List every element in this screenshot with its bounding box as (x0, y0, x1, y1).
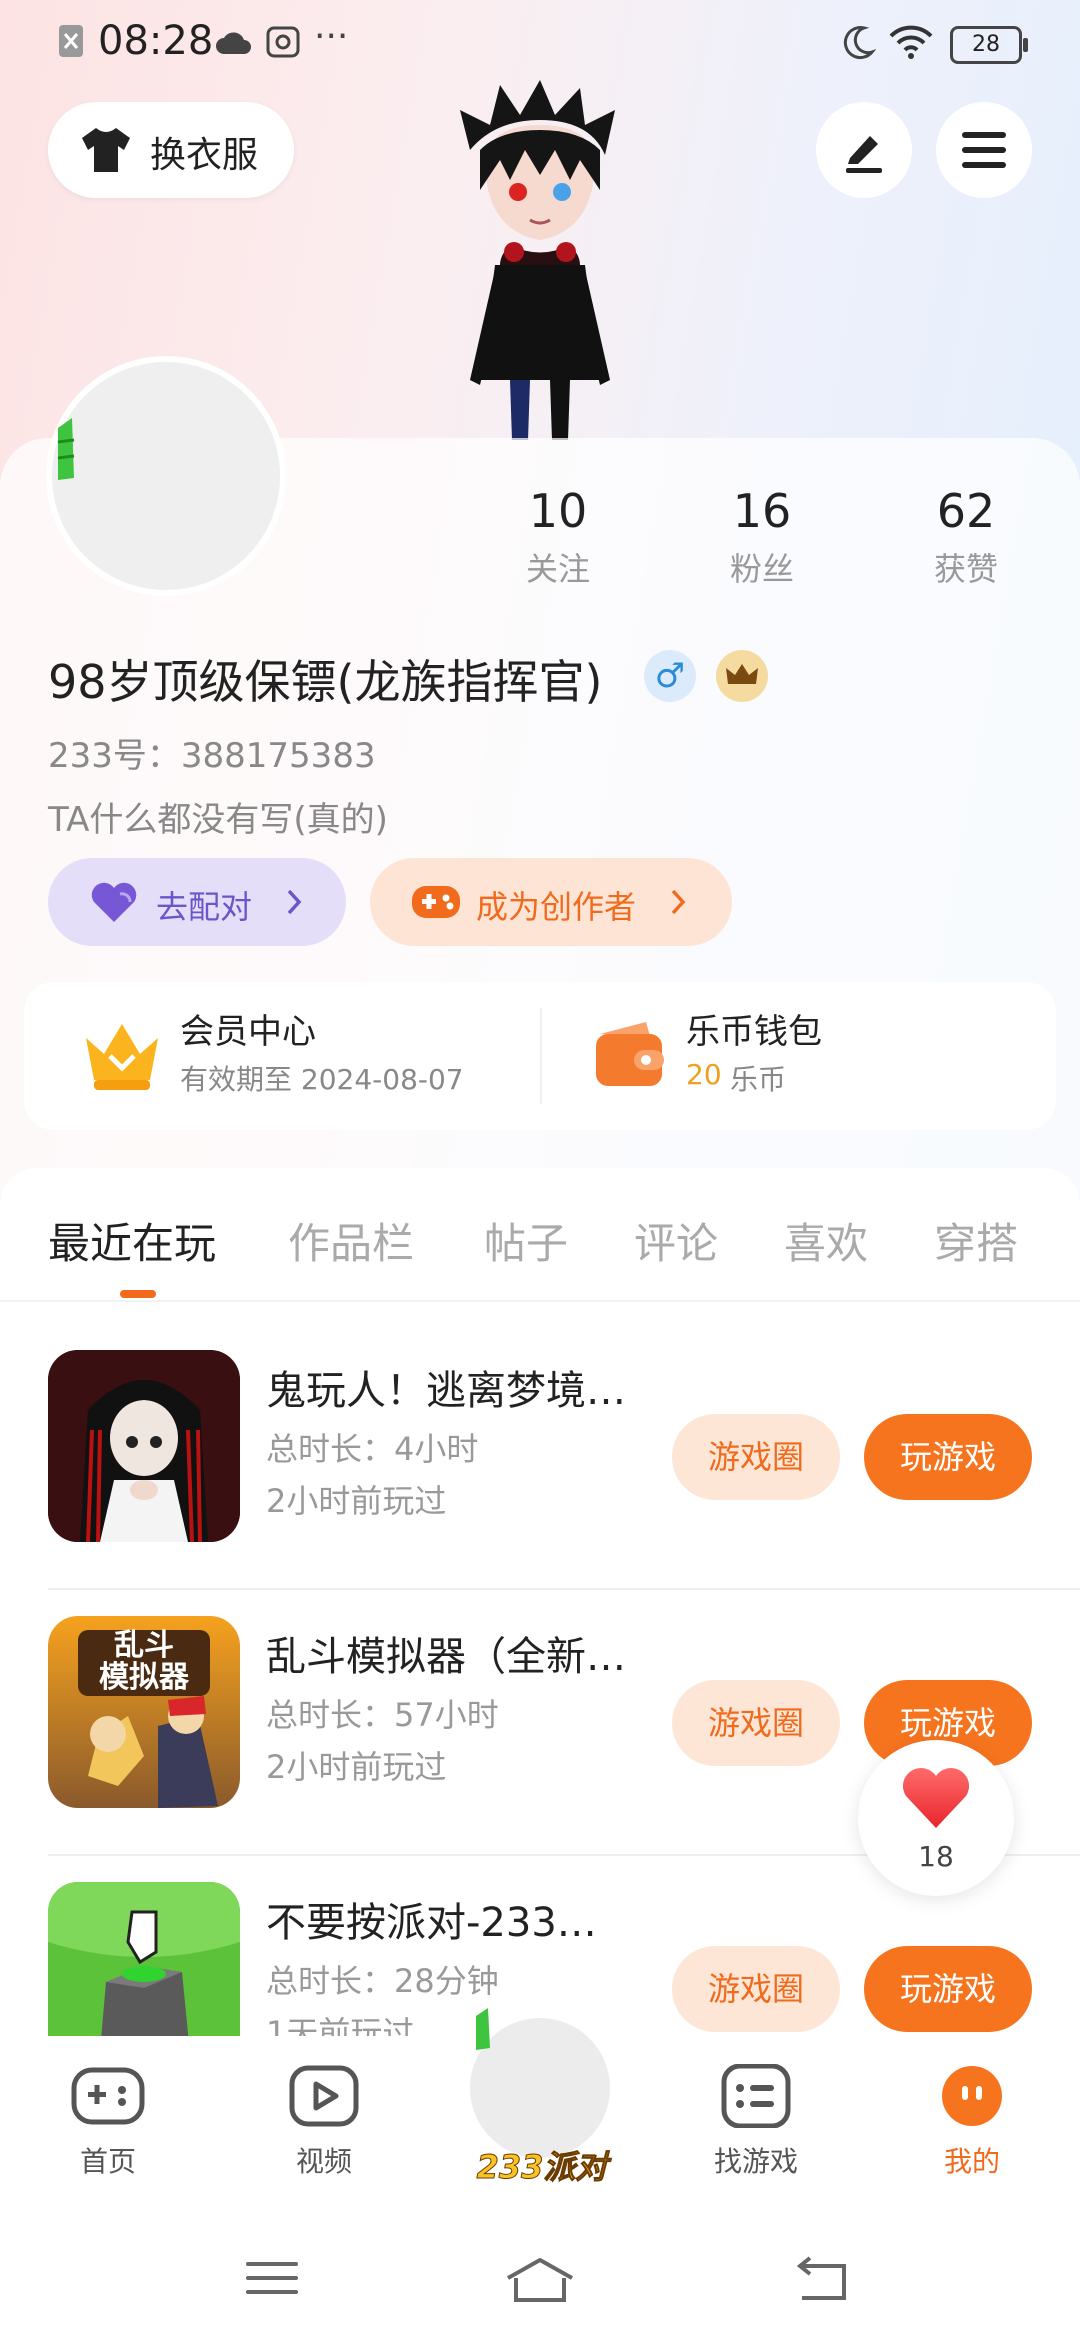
game-thumbnail-title: 乱斗 模拟器 (99, 1628, 189, 1695)
avatar-figure[interactable] (440, 80, 640, 440)
nav-home-label: 首页 (79, 2145, 136, 2178)
profile-tabs: 最近在玩 作品栏 帖子 评论 喜欢 穿搭 (0, 1168, 1080, 1302)
chevron-right-icon (287, 889, 302, 915)
tab-likes[interactable]: 喜欢 (784, 1210, 868, 1271)
nav-home[interactable]: 首页 (28, 2064, 188, 2180)
match-label: 去配对 (156, 888, 253, 926)
user-bio: TA什么都没有写(真的) (48, 800, 388, 840)
cloud-icon (216, 32, 251, 54)
bamboo-icon (476, 2008, 490, 2050)
app-notification-icon (266, 26, 300, 58)
game-title: 鬼玩人！逃离梦境… (266, 1368, 626, 1414)
fans-count: 16 (732, 484, 792, 538)
list-icon (721, 2063, 791, 2129)
game-last-played: 2小时前玩过 (266, 1748, 447, 1786)
username: 98岁顶级保镖(龙族指挥官) (48, 655, 603, 709)
change-outfit-button[interactable]: 换衣服 (48, 102, 294, 198)
fans-label: 粉丝 (729, 550, 794, 588)
nav-find-games[interactable]: 找游戏 (676, 2063, 836, 2180)
vip-center-entry[interactable]: 会员中心 有效期至 2024-08-07 (24, 982, 540, 1130)
nav-party-label: 233派对 (476, 2148, 608, 2187)
face-icon (942, 2066, 1002, 2126)
more-icon: ··· (314, 16, 349, 57)
nav-video-label: 视频 (295, 2145, 352, 2178)
game-row[interactable]: 鬼玩人！逃离梦境… 总时长：4小时 2小时前玩过 游戏圈 玩游戏 (0, 1324, 1080, 1590)
avatar[interactable] (52, 362, 280, 590)
male-gender-icon: ♂ (644, 650, 696, 702)
back-icon[interactable] (792, 2256, 852, 2304)
play-game-button[interactable]: 玩游戏 (864, 1946, 1032, 2032)
change-outfit-label: 换衣服 (150, 135, 259, 176)
game-total-time: 总时长：4小时 (266, 1430, 479, 1468)
crown-badge-icon[interactable] (716, 650, 768, 702)
menu-button[interactable] (936, 102, 1032, 198)
game-total-time: 总时长：28分钟 (266, 1962, 499, 2000)
wallet-title: 乐币钱包 (686, 1012, 822, 1052)
nav-find-games-label: 找游戏 (713, 2145, 798, 2178)
nav-video[interactable]: 视频 (244, 2064, 404, 2180)
game-thumbnail[interactable]: 乱斗 模拟器 (48, 1616, 240, 1808)
game-last-played: 2小时前玩过 (266, 1482, 447, 1520)
game-thumbnail[interactable] (48, 1350, 240, 1542)
edit-profile-button[interactable] (816, 102, 912, 198)
likes-label: 获赞 (933, 550, 998, 588)
become-creator-button[interactable]: 成为创作者 (370, 858, 732, 946)
tab-posts[interactable]: 帖子 (484, 1210, 568, 1271)
likes-count: 62 (936, 484, 996, 538)
heart-icon (902, 1767, 970, 1828)
vip-expiry: 有效期至 2024-08-07 (180, 1063, 464, 1096)
wallet-icon (596, 1022, 664, 1086)
battery-indicator: 28 (950, 26, 1028, 64)
home-icon[interactable] (504, 2256, 576, 2304)
tab-comments[interactable]: 评论 (634, 1210, 718, 1271)
nav-mine-label: 我的 (943, 2145, 1000, 2178)
notification-icon (59, 25, 83, 57)
game-circle-button[interactable]: 游戏圈 (672, 1680, 840, 1766)
chevron-right-icon (671, 889, 686, 915)
following-count: 10 (528, 484, 588, 538)
gamepad-icon (71, 2067, 145, 2125)
like-count: 18 (918, 1840, 954, 1873)
crown-icon (86, 1024, 158, 1090)
wifi-icon (889, 25, 933, 59)
video-play-icon (289, 2065, 359, 2127)
vip-center-title: 会员中心 (180, 1012, 316, 1052)
bamboo-icon (57, 418, 75, 480)
become-creator-label: 成为创作者 (476, 888, 637, 926)
match-button[interactable]: 去配对 (48, 858, 346, 946)
game-circle-button[interactable]: 游戏圈 (672, 1414, 840, 1500)
active-tab-indicator (120, 1290, 156, 1298)
status-bar: 08:28 ··· 28 (0, 0, 1080, 84)
tshirt-icon (82, 128, 130, 172)
game-title: 不要按派对-233… (266, 1900, 597, 1946)
like-floating-button[interactable]: 18 (858, 1740, 1014, 1896)
nav-mine[interactable]: 我的 (892, 2064, 1052, 2180)
tab-recently-played[interactable]: 最近在玩 (48, 1210, 216, 1271)
game-circle-button[interactable]: 游戏圈 (672, 1946, 840, 2032)
moon-icon (843, 26, 876, 60)
hamburger-icon (962, 132, 1006, 168)
status-time: 08:28 (98, 18, 214, 64)
pencil-icon (846, 136, 882, 173)
likes-stat[interactable]: 62 获赞 (876, 484, 1056, 590)
game-total-time: 总时长：57小时 (266, 1696, 499, 1734)
following-stat[interactable]: 10 关注 (468, 484, 648, 590)
heart-icon (91, 882, 137, 922)
gamepad-icon (412, 886, 460, 918)
play-game-button[interactable]: 玩游戏 (864, 1414, 1032, 1500)
vip-wallet-card: 会员中心 有效期至 2024-08-07 乐币钱包 20 乐币 (24, 982, 1056, 1130)
fans-stat[interactable]: 16 粉丝 (672, 484, 852, 590)
tab-works[interactable]: 作品栏 (288, 1210, 414, 1271)
game-title: 乱斗模拟器（全新… (266, 1634, 626, 1680)
wallet-entry[interactable]: 乐币钱包 20 乐币 (542, 982, 1056, 1130)
user-id[interactable]: 233号：388175383 (48, 728, 376, 777)
wallet-amount: 20 (686, 1058, 722, 1091)
recent-apps-icon[interactable] (242, 2256, 302, 2300)
following-label: 关注 (525, 550, 590, 588)
tab-outfits[interactable]: 穿搭 (934, 1210, 1018, 1271)
wallet-unit: 乐币 (730, 1063, 787, 1096)
